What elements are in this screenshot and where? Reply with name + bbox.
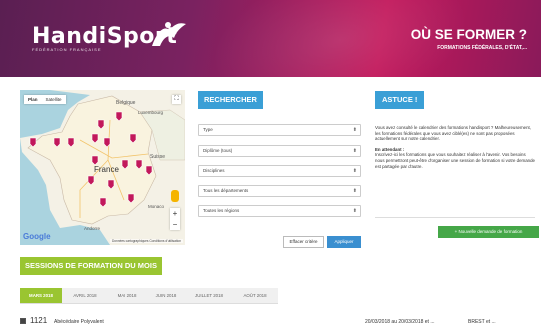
select-arrow-icon: ⬍ — [352, 148, 357, 154]
map-label-monaco: Monaco — [148, 204, 165, 209]
session-name: Abécédaire Polyvalent — [54, 319, 104, 325]
select-arrow-icon: ⬍ — [352, 168, 357, 174]
reset-criteria-button[interactable]: Effacer critère — [283, 236, 324, 248]
tab-avril-2018[interactable]: AVRIL 2018 — [62, 288, 108, 303]
session-row[interactable]: 1121 Abécédaire Polyvalent 20/03/2018 au… — [20, 314, 535, 327]
map-tab-plan[interactable]: Plan — [24, 95, 42, 104]
session-dates: 20/03/2018 au 20/03/2018 et ... — [365, 319, 435, 325]
street-view-pegman-icon[interactable] — [171, 190, 179, 202]
department-select[interactable]: Tous les départements ⬍ — [198, 185, 361, 197]
type-select[interactable]: Type ⬍ — [198, 124, 361, 136]
tip-paragraph-1: Vous avez consulté le calendrier des for… — [375, 125, 531, 142]
tip-text: Vous avez consulté le calendrier des for… — [375, 125, 535, 174]
diploma-select[interactable]: Diplôme (tous) ⬍ — [198, 145, 361, 157]
session-place: BREST et ... — [468, 319, 496, 325]
tip-paragraph-2: Inscrivez-ici les formations que vous so… — [375, 152, 535, 169]
department-select-value: Tous les départements — [203, 188, 249, 193]
region-select-value: Toutes les régions — [203, 208, 240, 213]
map-label-luxembourg: Luxembourg — [138, 110, 164, 115]
tab-juin-2018[interactable]: JUIN 2018 — [146, 288, 186, 303]
discipline-select-value: Disciplines — [203, 168, 225, 173]
select-arrow-icon: ⬍ — [352, 188, 357, 194]
diploma-select-value: Diplôme (tous) — [203, 148, 233, 153]
select-arrow-icon: ⬍ — [352, 208, 357, 214]
map-label-andorre: Andorre — [84, 226, 101, 231]
select-arrow-icon: ⬍ — [352, 127, 357, 133]
logo-figure-icon — [152, 22, 186, 46]
site-header: HandiSport Fédération française OÙ SE FO… — [0, 0, 541, 77]
zoom-out-button[interactable]: − — [170, 219, 180, 230]
month-tabs: MARS 2018 AVRIL 2018 MAI 2018 JUIN 2018 … — [20, 288, 278, 304]
map-label-france: France — [94, 165, 119, 174]
google-logo: Google — [23, 232, 51, 241]
session-number: 1121 — [30, 316, 48, 325]
map-canvas[interactable]: Belgique Luxembourg France Suisse Monaco… — [20, 90, 185, 245]
type-select-value: Type — [203, 127, 213, 132]
region-select[interactable]: Toutes les régions ⬍ — [198, 205, 361, 217]
sessions-heading: SESSIONS DE FORMATION DU MOIS — [20, 257, 162, 275]
discipline-select[interactable]: Disciplines ⬍ — [198, 165, 361, 177]
tab-mars-2018[interactable]: MARS 2018 — [20, 288, 62, 303]
tab-mai-2018[interactable]: MAI 2018 — [108, 288, 146, 303]
zoom-in-button[interactable]: + — [170, 208, 180, 219]
search-heading: RECHERCHER — [198, 91, 263, 109]
tab-juillet-2018[interactable]: JUILLET 2018 — [186, 288, 232, 303]
apply-button[interactable]: Appliquer — [327, 236, 361, 248]
tip-heading: ASTUCE ! — [375, 91, 425, 109]
fullscreen-icon[interactable]: ⛶ — [172, 95, 181, 104]
new-training-request-button[interactable]: + Nouvelle demande de formation — [438, 226, 539, 238]
training-map[interactable]: Belgique Luxembourg France Suisse Monaco… — [20, 90, 185, 245]
map-attribution[interactable]: Données cartographiques Conditions d'uti… — [109, 239, 183, 243]
expand-icon[interactable] — [20, 318, 26, 324]
page-subtitle: FORMATIONS FÉDÉRALES, D'ÉTAT,... — [437, 45, 527, 51]
page-title: OÙ SE FORMER ? — [410, 27, 527, 42]
map-type-tabs: Plan Satellite — [24, 95, 66, 104]
map-tab-satellite[interactable]: Satellite — [42, 95, 66, 104]
zoom-control: + − — [170, 208, 180, 230]
tab-aout-2018[interactable]: AOÛT 2018 — [232, 288, 278, 303]
map-label-suisse: Suisse — [150, 154, 165, 160]
divider — [375, 217, 535, 218]
tip-paragraph-2-heading: En attendant : — [375, 146, 405, 152]
map-label-belgique: Belgique — [116, 100, 136, 106]
